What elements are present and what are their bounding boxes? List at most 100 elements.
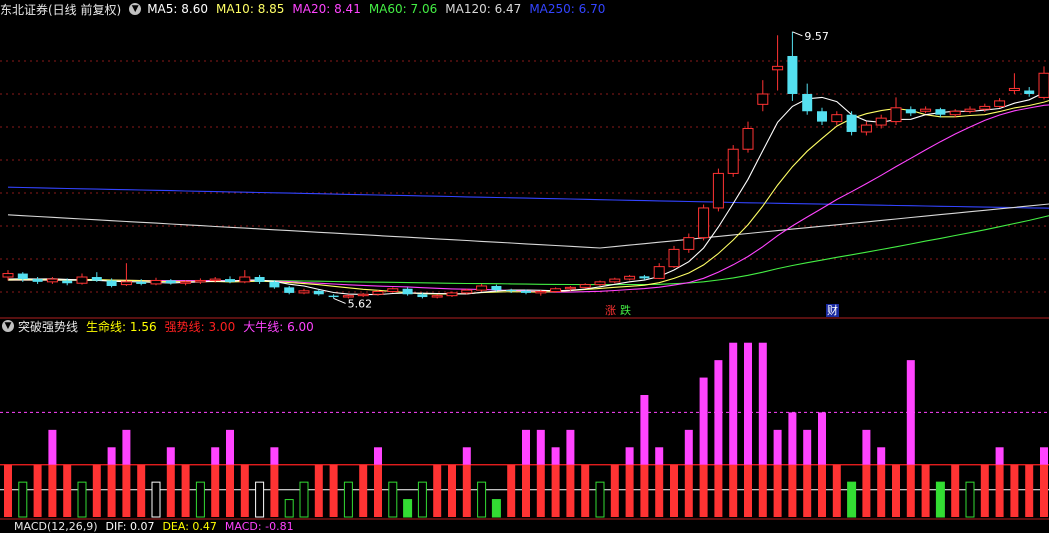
indicator-bar xyxy=(551,447,560,465)
indicator-header: ▼ 突破强势线 生命线: 1.56 强势线: 3.00 大牛线: 6.00 xyxy=(0,318,322,334)
ma120-line xyxy=(7,203,1049,249)
candle-body xyxy=(446,292,458,297)
indicator-bar xyxy=(655,464,664,517)
candle-body xyxy=(757,93,769,105)
candle-body xyxy=(817,111,827,122)
ma60-line xyxy=(8,215,1049,286)
candle-body xyxy=(860,124,872,133)
finance-report-tag[interactable]: 财 xyxy=(826,304,839,317)
indicator-bar xyxy=(107,447,116,465)
indicator-bar xyxy=(935,481,945,518)
indicator-bar xyxy=(803,429,812,465)
indicator-bar xyxy=(906,360,915,465)
candle-body xyxy=(831,114,843,123)
indicator-bar xyxy=(92,464,101,517)
indicator-bar xyxy=(448,464,456,517)
candle-body xyxy=(594,281,606,286)
indicator-bar xyxy=(211,464,220,517)
indicator-bar xyxy=(551,464,560,517)
indicator-bar xyxy=(965,481,975,518)
indicator-bar xyxy=(4,464,12,517)
indicator-bar xyxy=(166,464,175,517)
candle-body xyxy=(890,107,902,123)
candle-body xyxy=(32,279,43,282)
candle-body xyxy=(209,278,221,281)
indicator-bar xyxy=(255,481,265,518)
indicator-bar xyxy=(640,395,649,465)
strong-line-value: 强势线: 3.00 xyxy=(164,319,236,334)
indicator-bar xyxy=(359,464,368,517)
indicator-bar xyxy=(744,342,752,465)
indicator-bar xyxy=(151,481,161,518)
chevron-down-icon[interactable]: ▼ xyxy=(2,320,14,332)
candle-body xyxy=(550,288,562,293)
indicator-bar xyxy=(670,464,678,517)
life-line-value: 生命线: 1.56 xyxy=(86,319,157,334)
candle-body xyxy=(668,248,680,268)
ma250-value: MA250: 6.70 xyxy=(529,2,606,16)
ma10-line xyxy=(7,100,1049,295)
dif-value: DIF: 0.07 xyxy=(105,519,155,533)
candle-body xyxy=(91,277,102,281)
indicator-bar xyxy=(655,447,664,465)
indicator-bar xyxy=(374,464,382,517)
indicator-bar xyxy=(684,464,693,517)
indicator-bar xyxy=(462,447,471,465)
indicator-bar xyxy=(181,464,190,517)
indicator-bar xyxy=(477,481,487,518)
indicator-bar xyxy=(744,464,752,517)
candle-body xyxy=(698,207,710,239)
low-price-label: 5.62 xyxy=(348,297,373,310)
indicator-bar xyxy=(714,464,723,517)
candle-body xyxy=(46,278,58,283)
indicator-bar xyxy=(491,499,501,518)
indicator-bar xyxy=(536,464,545,517)
indicator-bar xyxy=(581,464,590,517)
indicator-bar xyxy=(862,429,871,465)
chevron-down-icon[interactable]: ▼ xyxy=(129,3,142,15)
candle-body xyxy=(772,65,784,71)
indicator-title: 突破强势线 xyxy=(18,319,79,334)
indicator-bar xyxy=(77,481,87,518)
candle-body xyxy=(949,110,961,116)
indicator-bar xyxy=(1025,464,1034,517)
indicator-bar xyxy=(788,412,797,465)
indicator-bar xyxy=(417,481,427,518)
high-marker-line xyxy=(792,31,803,37)
ma60-value: MA60: 7.06 xyxy=(368,2,438,16)
limit-down-tag[interactable]: 跌 xyxy=(619,304,632,317)
indicator-bar xyxy=(729,464,738,517)
indicator-bar xyxy=(729,342,738,465)
dea-value: DEA: 0.47 xyxy=(162,519,217,533)
indicator-bar xyxy=(832,464,841,517)
candle-body xyxy=(387,288,399,293)
indicator-bar xyxy=(374,447,382,465)
candle-body xyxy=(313,290,324,295)
indicator-bar xyxy=(995,464,1004,517)
indicator-bar xyxy=(195,481,205,518)
indicator-bar xyxy=(507,464,516,517)
ma250-line xyxy=(7,186,1049,209)
indicator-bar xyxy=(818,412,826,465)
indicator-bar xyxy=(921,464,930,517)
stock-chart[interactable]: 9.57 5.62 xyxy=(0,0,1049,529)
indicator-bar xyxy=(862,464,871,517)
candle-body xyxy=(787,55,798,94)
candle-body xyxy=(76,276,88,284)
indicator-bar xyxy=(877,447,886,465)
main-chart-header: 东北证券(日线 前复权) ▼ MA5: 8.60 MA10: 8.85 MA20… xyxy=(0,1,613,17)
indicator-bar xyxy=(877,464,886,517)
indicator-bar xyxy=(566,429,575,465)
indicator-bar xyxy=(18,481,28,518)
indicator-bar xyxy=(211,447,220,465)
candle-body xyxy=(1024,90,1035,94)
candle-body xyxy=(180,281,192,284)
indicator-bar xyxy=(1040,447,1048,465)
candle-body xyxy=(1038,72,1049,98)
indicator-bar xyxy=(566,464,575,517)
ma5-value: MA5: 8.60 xyxy=(147,2,208,16)
candle-body xyxy=(994,100,1006,107)
ma20-value: MA20: 8.41 xyxy=(292,2,361,16)
limit-up-tag[interactable]: 涨 xyxy=(604,304,617,317)
indicator-bar xyxy=(625,464,634,517)
